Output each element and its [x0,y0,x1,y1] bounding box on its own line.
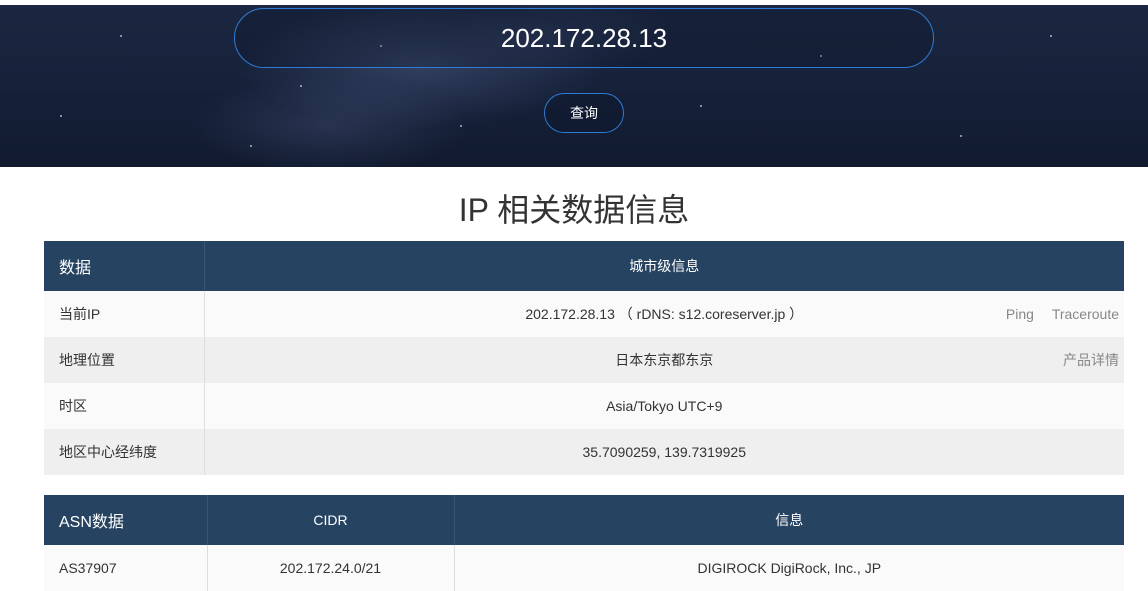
query-button[interactable]: 查询 [544,93,624,133]
product-links: 产品详情 [1049,337,1119,383]
column-header-city-info: 城市级信息 [204,241,1124,291]
asn-info-table: ASN数据 CIDR 信息 AS37907 202.172.24.0/21 DI… [44,495,1124,591]
column-header-info: 信息 [454,495,1124,545]
coordinates-value: 35.7090259, 139.7319925 [204,429,1124,475]
cidr-value: 202.172.24.0/21 [207,545,455,591]
ping-link[interactable]: Ping [1006,306,1034,322]
row-value-cell: 日本东京都东京 产品详情 [204,337,1124,383]
asn-value: AS37907 [44,545,208,591]
row-label: 时区 [44,383,205,429]
location-value: 日本东京都东京 [615,352,714,368]
table-row: 地区中心经纬度 35.7090259, 139.7319925 [44,429,1124,475]
row-value-cell: 202.172.28.13 （ rDNS: s12.coreserver.jp … [204,291,1124,337]
row-label: 地区中心经纬度 [44,429,205,475]
timezone-value: Asia/Tokyo UTC+9 [204,383,1124,429]
ip-tools: Ping Traceroute [992,291,1119,337]
row-label: 当前IP [44,291,205,337]
table-row: 当前IP 202.172.28.13 （ rDNS: s12.coreserve… [44,291,1124,337]
asn-info-value: DIGIROCK DigiRock, Inc., JP [454,545,1124,591]
table-row: AS37907 202.172.24.0/21 DIGIROCK DigiRoc… [44,545,1124,591]
table-row: 地理位置 日本东京都东京 产品详情 [44,337,1124,383]
page-title: IP 相关数据信息 [458,192,690,228]
row-label: 地理位置 [44,337,205,383]
product-details-link[interactable]: 产品详情 [1063,352,1119,368]
city-info-table: 数据 城市级信息 当前IP 202.172.28.13 （ rDNS: s12.… [44,241,1124,475]
hero-banner: 202.172.28.13 查询 [0,5,1148,167]
ip-search-input[interactable]: 202.172.28.13 [234,8,934,68]
traceroute-link[interactable]: Traceroute [1052,306,1119,322]
column-header-asn: ASN数据 [44,495,208,545]
column-header-cidr: CIDR [207,495,455,545]
column-header-data: 数据 [44,241,205,291]
current-ip-value: 202.172.28.13 （ rDNS: s12.coreserver.jp … [525,306,804,322]
table-row: 时区 Asia/Tokyo UTC+9 [44,383,1124,429]
